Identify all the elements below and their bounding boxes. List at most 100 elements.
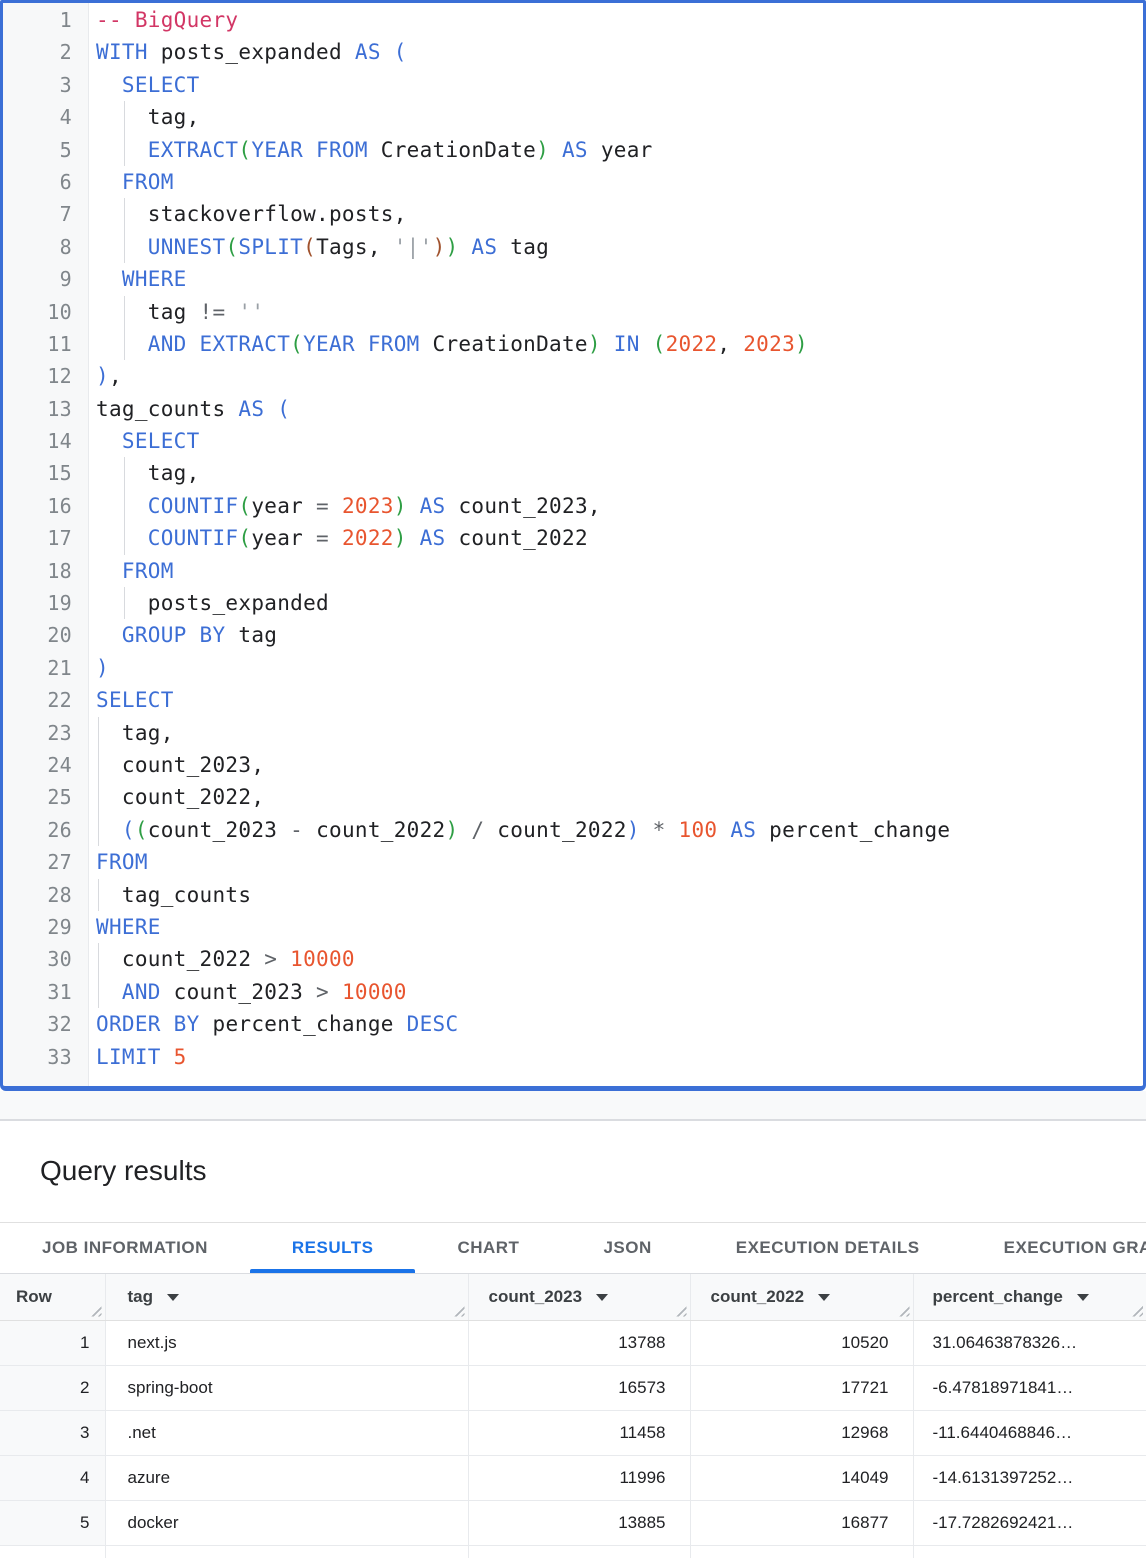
code-text[interactable]: tag, xyxy=(88,457,1143,489)
code-line[interactable]: 17 COUNTIF(year = 2022) AS count_2022 xyxy=(3,522,1143,554)
code-text[interactable]: AND EXTRACT(YEAR FROM CreationDate) IN (… xyxy=(88,328,1143,360)
code-text[interactable]: count_2022 > 10000 xyxy=(88,943,1143,975)
tab-results[interactable]: RESULTS xyxy=(250,1223,416,1273)
column-header-count_2023[interactable]: count_2023 xyxy=(468,1274,690,1320)
code-line[interactable]: 18 FROM xyxy=(3,555,1143,587)
code-line[interactable]: 7 stackoverflow.posts, xyxy=(3,198,1143,230)
code-line[interactable]: 21) xyxy=(3,652,1143,684)
code-text[interactable]: UNNEST(SPLIT(Tags, '|')) AS tag xyxy=(88,231,1143,263)
code-line[interactable]: 30 count_2022 > 10000 xyxy=(3,943,1143,975)
code-line[interactable]: 15 tag, xyxy=(3,457,1143,489)
code-text[interactable]: SELECT xyxy=(88,684,1143,716)
column-header-row[interactable]: Row xyxy=(0,1274,105,1320)
code-text[interactable]: tag_counts AS ( xyxy=(88,393,1143,425)
code-line[interactable]: 31 AND count_2023 > 10000 xyxy=(3,976,1143,1008)
code-line[interactable]: 24 count_2023, xyxy=(3,749,1143,781)
tab-job-information[interactable]: JOB INFORMATION xyxy=(0,1223,250,1273)
code-token: count_2022 xyxy=(96,947,264,971)
code-line[interactable]: 26 ((count_2023 - count_2022) / count_20… xyxy=(3,814,1143,846)
code-line[interactable]: 22SELECT xyxy=(3,684,1143,716)
code-text[interactable]: FROM xyxy=(88,846,1143,878)
code-line[interactable]: 10 tag != '' xyxy=(3,296,1143,328)
code-line[interactable]: 29WHERE xyxy=(3,911,1143,943)
code-text[interactable]: posts_expanded xyxy=(88,587,1143,619)
code-text[interactable]: count_2022, xyxy=(88,781,1143,813)
code-line[interactable]: 12), xyxy=(3,360,1143,392)
code-text[interactable]: tag_counts xyxy=(88,879,1143,911)
code-text[interactable]: LIMIT 5 xyxy=(88,1041,1143,1073)
column-header-count_2022[interactable]: count_2022 xyxy=(690,1274,913,1320)
code-text[interactable]: tag != '' xyxy=(88,296,1143,328)
column-dropdown-arrow-icon[interactable] xyxy=(818,1294,830,1301)
code-line[interactable]: 27FROM xyxy=(3,846,1143,878)
code-text[interactable]: FROM xyxy=(88,166,1143,198)
line-number: 33 xyxy=(3,1041,88,1073)
code-text[interactable]: count_2023, xyxy=(88,749,1143,781)
code-text[interactable]: WHERE xyxy=(88,263,1143,295)
code-line[interactable]: 23 tag, xyxy=(3,717,1143,749)
code-text[interactable]: AND count_2023 > 10000 xyxy=(88,976,1143,1008)
code-text[interactable]: ORDER BY percent_change DESC xyxy=(88,1008,1143,1040)
column-header-tag[interactable]: tag xyxy=(105,1274,468,1320)
column-dropdown-arrow-icon[interactable] xyxy=(1077,1294,1089,1301)
code-text[interactable]: ), xyxy=(88,360,1143,392)
column-resize-handle[interactable] xyxy=(451,1303,465,1317)
tab-json[interactable]: JSON xyxy=(561,1223,693,1273)
tab-execution-graph[interactable]: EXECUTION GRAPH xyxy=(962,1223,1146,1273)
code-line[interactable]: 19 posts_expanded xyxy=(3,587,1143,619)
tab-execution-details[interactable]: EXECUTION DETAILS xyxy=(694,1223,962,1273)
code-line[interactable]: 20 GROUP BY tag xyxy=(3,619,1143,651)
code-text[interactable]: tag, xyxy=(88,101,1143,133)
code-text[interactable]: -- BigQuery xyxy=(88,4,1143,36)
code-text[interactable]: COUNTIF(year = 2023) AS count_2023, xyxy=(88,490,1143,522)
code-lines[interactable]: 1-- BigQuery2WITH posts_expanded AS (3 S… xyxy=(3,3,1143,1073)
code-line[interactable]: 28 tag_counts xyxy=(3,879,1143,911)
code-token: ) xyxy=(433,235,446,259)
code-line[interactable]: 1-- BigQuery xyxy=(3,4,1143,36)
table-row: 4azure1199614049-14.6131397252… xyxy=(0,1455,1146,1500)
cell-count_2023: 16573 xyxy=(468,1365,690,1410)
cell-count_2023: 11996 xyxy=(468,1455,690,1500)
code-line[interactable]: 9 WHERE xyxy=(3,263,1143,295)
code-token: 2022 xyxy=(666,332,718,356)
column-resize-handle[interactable] xyxy=(673,1303,687,1317)
column-header-percent_change[interactable]: percent_change xyxy=(913,1274,1146,1320)
code-text[interactable]: EXTRACT(YEAR FROM CreationDate) AS year xyxy=(88,134,1143,166)
column-resize-handle[interactable] xyxy=(896,1303,910,1317)
code-text[interactable]: FROM xyxy=(88,555,1143,587)
code-text[interactable]: tag, xyxy=(88,717,1143,749)
code-line[interactable]: 25 count_2022, xyxy=(3,781,1143,813)
code-text[interactable]: ((count_2023 - count_2022) / count_2022)… xyxy=(88,814,1143,846)
code-line[interactable]: 5 EXTRACT(YEAR FROM CreationDate) AS yea… xyxy=(3,134,1143,166)
code-line[interactable]: 6 FROM xyxy=(3,166,1143,198)
column-dropdown-arrow-icon[interactable] xyxy=(596,1294,608,1301)
code-line[interactable]: 13tag_counts AS ( xyxy=(3,393,1143,425)
code-token: IN xyxy=(601,332,653,356)
code-text[interactable]: SELECT xyxy=(88,69,1143,101)
code-line[interactable]: 16 COUNTIF(year = 2023) AS count_2023, xyxy=(3,490,1143,522)
sql-editor[interactable]: 1-- BigQuery2WITH posts_expanded AS (3 S… xyxy=(0,0,1146,1091)
cell-tag: .net xyxy=(105,1410,468,1455)
code-text[interactable]: WITH posts_expanded AS ( xyxy=(88,36,1143,68)
column-header-label: count_2023 xyxy=(489,1287,583,1306)
code-text[interactable]: stackoverflow.posts, xyxy=(88,198,1143,230)
code-text[interactable]: GROUP BY tag xyxy=(88,619,1143,651)
code-line[interactable]: 2WITH posts_expanded AS ( xyxy=(3,36,1143,68)
code-line[interactable]: 33LIMIT 5 xyxy=(3,1041,1143,1073)
code-line[interactable]: 8 UNNEST(SPLIT(Tags, '|')) AS tag xyxy=(3,231,1143,263)
code-line[interactable]: 14 SELECT xyxy=(3,425,1143,457)
code-text[interactable]: SELECT xyxy=(88,425,1143,457)
column-resize-handle[interactable] xyxy=(88,1303,102,1317)
code-line[interactable]: 4 tag, xyxy=(3,101,1143,133)
cell-percent_change: -17.7282692421… xyxy=(913,1500,1146,1545)
tab-chart[interactable]: CHART xyxy=(415,1223,561,1273)
code-line[interactable]: 3 SELECT xyxy=(3,69,1143,101)
column-dropdown-arrow-icon[interactable] xyxy=(167,1294,179,1301)
code-text[interactable]: WHERE xyxy=(88,911,1143,943)
code-line[interactable]: 11 AND EXTRACT(YEAR FROM CreationDate) I… xyxy=(3,328,1143,360)
code-text[interactable]: COUNTIF(year = 2022) AS count_2022 xyxy=(88,522,1143,554)
code-line[interactable]: 32ORDER BY percent_change DESC xyxy=(3,1008,1143,1040)
code-token: tag_counts xyxy=(96,883,251,907)
code-text[interactable]: ) xyxy=(88,652,1143,684)
column-resize-handle[interactable] xyxy=(1129,1303,1143,1317)
